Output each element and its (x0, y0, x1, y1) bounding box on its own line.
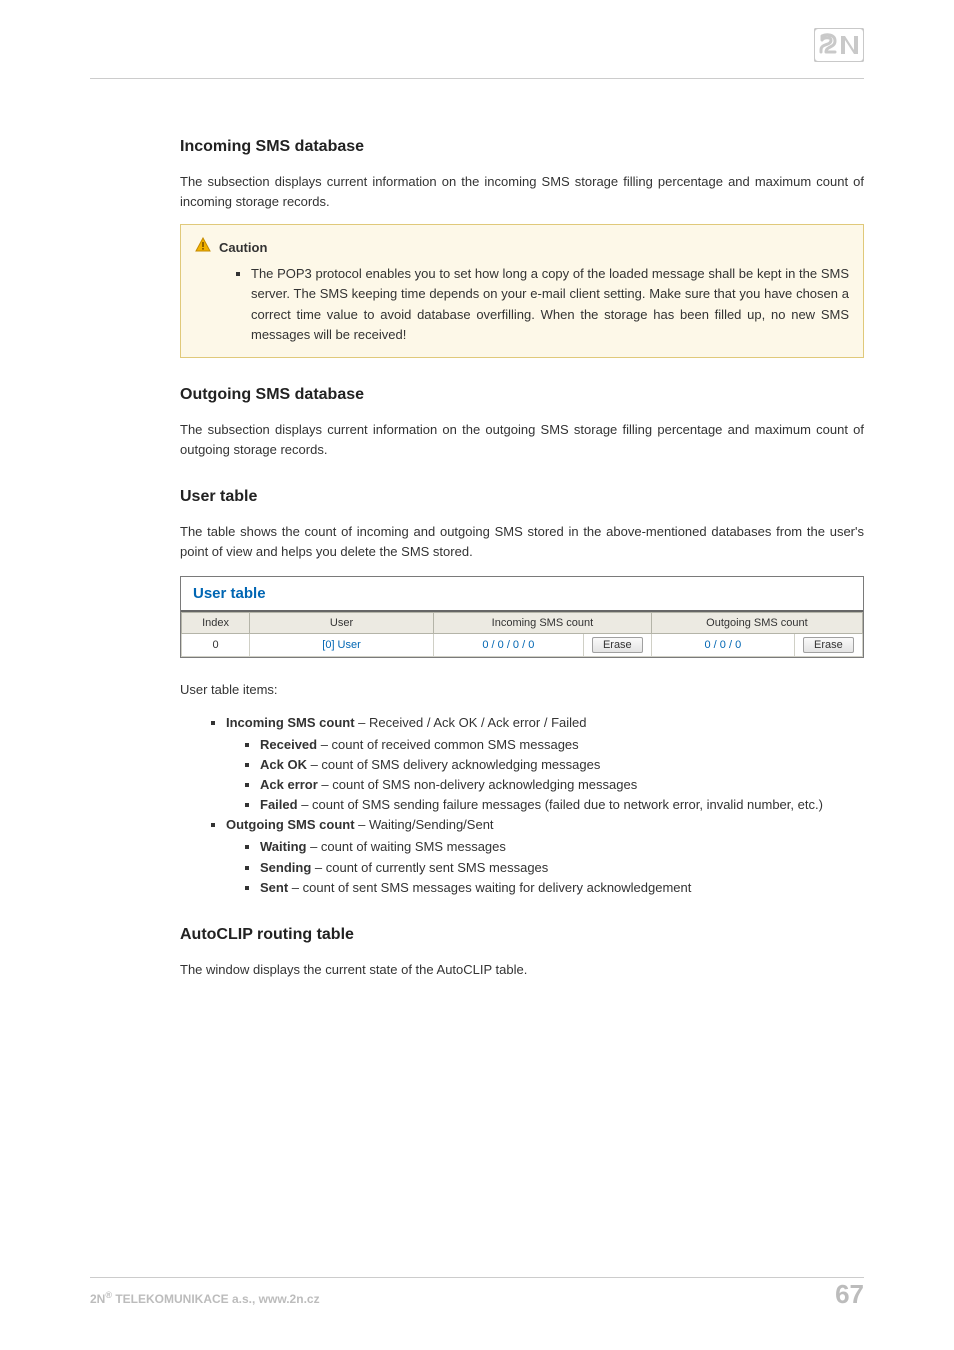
ack-error-desc: – count of SMS non-delivery acknowledgin… (318, 777, 637, 792)
paragraph-incoming-db: The subsection displays current informat… (180, 172, 864, 212)
col-outgoing-sms-count: Outgoing SMS count (651, 613, 862, 634)
heading-user-table: User table (180, 488, 864, 506)
caution-callout: Caution The POP3 protocol enables you to… (180, 224, 864, 358)
outgoing-sms-count-label: Outgoing SMS count (226, 817, 355, 832)
heading-incoming-sms-database: Incoming SMS database (180, 138, 864, 156)
list-item: Sending – count of currently sent SMS me… (260, 858, 864, 878)
caution-text: The POP3 protocol enables you to set how… (251, 264, 849, 345)
received-label: Received (260, 737, 317, 752)
footer-rest: TELEKOMUNIKACE a.s., www.2n.cz (112, 1292, 320, 1306)
cell-user: [0] User (250, 634, 434, 657)
sending-label: Sending (260, 860, 311, 875)
waiting-label: Waiting (260, 839, 306, 854)
page-number: 67 (835, 1279, 864, 1310)
footer-registered: ® (105, 1290, 112, 1300)
caution-label: Caution (219, 240, 267, 255)
col-incoming-sms-count: Incoming SMS count (433, 613, 651, 634)
heading-autoclip-routing-table: AutoCLIP routing table (180, 926, 864, 944)
cell-incoming-count: 0 / 0 / 0 / 0 (433, 634, 583, 657)
footer-rule (90, 1277, 864, 1278)
user-table-title: User table (181, 577, 863, 612)
outgoing-sms-count-desc: – Waiting/Sending/Sent (355, 817, 494, 832)
paragraph-autoclip: The window displays the current state of… (180, 960, 864, 980)
ack-ok-desc: – count of SMS delivery acknowledging me… (307, 757, 600, 772)
table-row: 0 [0] User 0 / 0 / 0 / 0 Erase 0 / 0 / 0… (182, 634, 863, 657)
sending-desc: – count of currently sent SMS messages (311, 860, 548, 875)
list-item: Ack OK – count of SMS delivery acknowled… (260, 755, 864, 775)
paragraph-outgoing-db: The subsection displays current informat… (180, 420, 864, 460)
sent-desc: – count of sent SMS messages waiting for… (288, 880, 691, 895)
user-table-items-intro: User table items: (180, 680, 864, 700)
sent-label: Sent (260, 880, 288, 895)
received-desc: – count of received common SMS messages (317, 737, 579, 752)
list-item: Incoming SMS count – Received / Ack OK /… (226, 713, 864, 816)
cell-index: 0 (182, 634, 250, 657)
erase-button[interactable]: Erase (803, 637, 854, 653)
list-item: Received – count of received common SMS … (260, 735, 864, 755)
list-item: Ack error – count of SMS non-delivery ac… (260, 775, 864, 795)
warning-icon (195, 237, 211, 258)
list-item: Sent – count of sent SMS messages waitin… (260, 878, 864, 898)
waiting-desc: – count of waiting SMS messages (306, 839, 505, 854)
user-table-items-list: Incoming SMS count – Received / Ack OK /… (180, 713, 864, 898)
footer-company: 2N® TELEKOMUNIKACE a.s., www.2n.cz (90, 1290, 320, 1306)
user-table: Index User Incoming SMS count Outgoing S… (181, 612, 863, 657)
col-index: Index (182, 613, 250, 634)
incoming-sms-count-desc: – Received / Ack OK / Ack error / Failed (355, 715, 587, 730)
header-rule (90, 78, 864, 79)
list-item: Outgoing SMS count – Waiting/Sending/Sen… (226, 815, 864, 898)
list-item: Waiting – count of waiting SMS messages (260, 837, 864, 857)
ack-ok-label: Ack OK (260, 757, 307, 772)
ack-error-label: Ack error (260, 777, 318, 792)
cell-erase-incoming: Erase (583, 634, 651, 657)
failed-desc: – count of SMS sending failure messages … (298, 797, 823, 812)
failed-label: Failed (260, 797, 298, 812)
col-user: User (250, 613, 434, 634)
paragraph-user-table: The table shows the count of incoming an… (180, 522, 864, 562)
brand-logo-2n (814, 28, 864, 67)
list-item: Failed – count of SMS sending failure me… (260, 795, 864, 815)
user-table-screenshot: User table Index User Incoming SMS count… (180, 576, 864, 658)
footer-prefix: 2N (90, 1292, 105, 1306)
cell-outgoing-count: 0 / 0 / 0 (651, 634, 794, 657)
erase-button[interactable]: Erase (592, 637, 643, 653)
cell-erase-outgoing: Erase (794, 634, 862, 657)
incoming-sms-count-label: Incoming SMS count (226, 715, 355, 730)
heading-outgoing-sms-database: Outgoing SMS database (180, 386, 864, 404)
